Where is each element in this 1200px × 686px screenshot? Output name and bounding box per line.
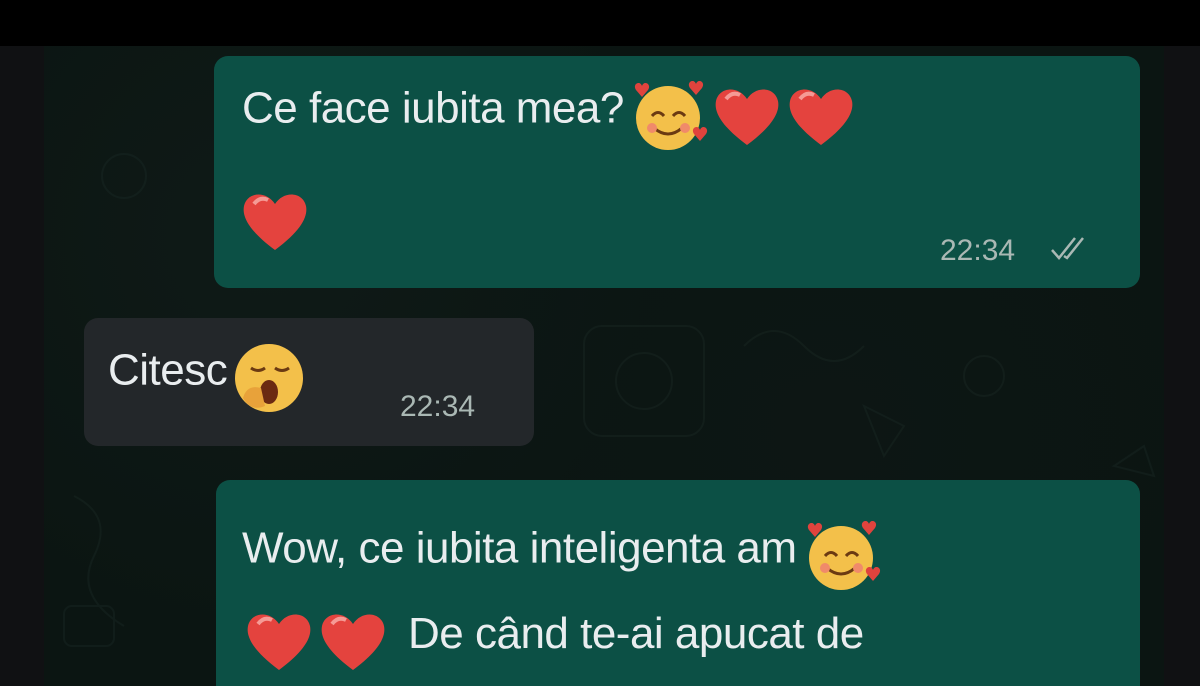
double-check-icon bbox=[1050, 234, 1092, 271]
outgoing-message-bubble[interactable]: Ce face iubita mea? 22:34 bbox=[214, 56, 1140, 288]
message-text: Wow, ce iubita inteligenta am bbox=[242, 523, 797, 573]
incoming-message-bubble[interactable]: Citesc 22:34 bbox=[84, 318, 534, 446]
red-heart-icon bbox=[710, 81, 784, 156]
red-heart-icon bbox=[242, 606, 316, 681]
message-timestamp: 22:34 bbox=[940, 234, 1016, 267]
red-heart-icon bbox=[784, 81, 858, 156]
red-heart-icon bbox=[238, 186, 312, 261]
red-heart-icon bbox=[316, 606, 390, 681]
top-black-bar bbox=[0, 0, 1200, 46]
message-text: Ce face iubita mea? bbox=[242, 83, 624, 133]
message-text: Citesc bbox=[108, 345, 228, 395]
outgoing-message-bubble[interactable]: Wow, ce iubita inteligenta am De când te… bbox=[216, 480, 1140, 686]
chat-background: Ce face iubita mea? 22:34 Citesc 22:34 W… bbox=[44, 46, 1164, 686]
message-text-line-2: De când te-ai apucat de bbox=[408, 609, 864, 658]
smiling-face-with-hearts-icon bbox=[801, 516, 883, 601]
smiling-face-with-hearts-icon bbox=[628, 76, 710, 161]
yawning-face-icon bbox=[227, 338, 309, 423]
message-timestamp: 22:34 bbox=[400, 390, 476, 423]
